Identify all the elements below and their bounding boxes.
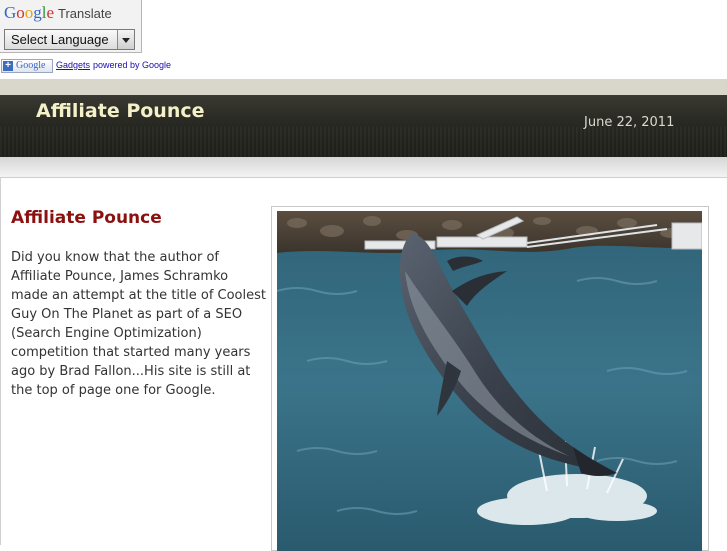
language-select[interactable]: Select Language bbox=[4, 29, 135, 50]
dolphin-photo bbox=[277, 211, 702, 551]
language-select-dropdown-button[interactable] bbox=[117, 30, 134, 49]
post-body: Did you know that the author of Affiliat… bbox=[11, 250, 266, 398]
main-content: Affiliate Pounce Did you know that the a… bbox=[0, 177, 727, 551]
plus-icon: + bbox=[3, 61, 13, 71]
language-select-value: Select Language bbox=[11, 32, 109, 47]
site-header: Affiliate Pounce June 22, 2011 bbox=[0, 95, 727, 157]
translate-label: Translate bbox=[58, 6, 112, 21]
header-top-strip bbox=[0, 79, 727, 95]
dolphin-photo-frame bbox=[271, 206, 709, 551]
header-date: June 22, 2011 bbox=[584, 115, 675, 130]
header-shadow-band bbox=[0, 157, 727, 177]
google-translate-widget: Google Translate Select Language bbox=[0, 0, 142, 53]
add-to-google-label: Google bbox=[16, 60, 46, 71]
chevron-down-icon bbox=[122, 38, 130, 43]
site-title[interactable]: Affiliate Pounce bbox=[36, 100, 205, 122]
google-logo: Google bbox=[4, 3, 55, 22]
post-title: Affiliate Pounce bbox=[11, 208, 162, 228]
gadgets-link[interactable]: Gadgets bbox=[56, 60, 90, 70]
header-texture bbox=[0, 127, 727, 157]
add-to-google-button[interactable]: + Google bbox=[1, 59, 53, 73]
powered-by-google-text: powered by Google bbox=[93, 60, 172, 70]
